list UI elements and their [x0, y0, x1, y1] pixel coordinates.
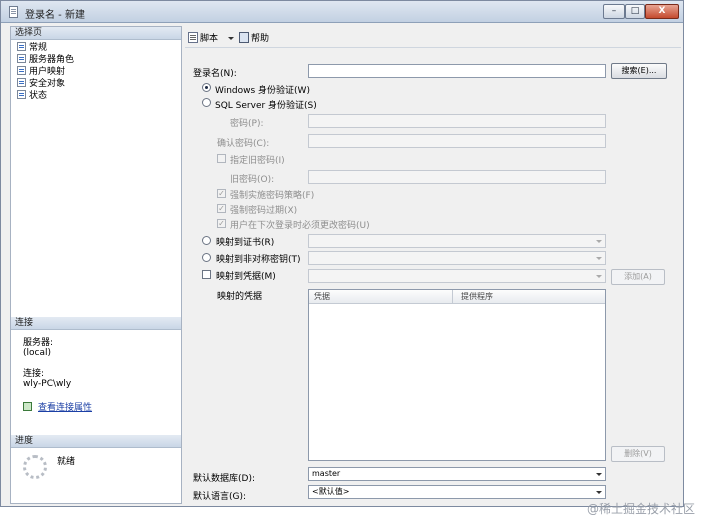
server-label: 服务器:: [23, 338, 54, 348]
page-item-securables[interactable]: 安全对象: [17, 78, 65, 90]
sql-auth-label: SQL Server 身份验证(S): [215, 101, 317, 111]
connection-label: 连接:: [23, 369, 45, 379]
map-credential-label: 映射到凭据(M): [216, 272, 276, 282]
enforce-expiration-checkbox[interactable]: ✓: [217, 204, 226, 213]
minimize-button[interactable]: –: [603, 4, 625, 19]
asymmetric-key-select[interactable]: [308, 251, 606, 265]
chevron-down-icon: [596, 491, 602, 494]
script-dropdown-arrow-icon[interactable]: [228, 37, 234, 40]
password-label: 密码(P):: [230, 119, 264, 129]
map-certificate-label: 映射到证书(R): [216, 238, 275, 248]
page-item-user-mapping[interactable]: 用户映射: [17, 66, 65, 78]
default-language-label: 默认语言(G):: [193, 492, 247, 502]
page-item-label: 状态: [29, 91, 48, 101]
view-connection-properties-label: 查看连接属性: [38, 403, 93, 413]
chevron-down-icon: [596, 473, 602, 476]
grid-header: 凭据 提供程序: [309, 290, 605, 304]
progress-spinner-icon: [23, 455, 47, 479]
login-name-label: 登录名(N):: [193, 69, 237, 79]
default-language-value: <默认值>: [312, 487, 350, 496]
page-icon: [17, 78, 26, 87]
close-button[interactable]: X: [645, 4, 679, 19]
map-credential-checkbox[interactable]: [202, 270, 211, 279]
help-button[interactable]: 帮助: [239, 31, 269, 44]
script-button[interactable]: 脚本: [188, 31, 218, 44]
watermark: @稀土掘金技术社区: [586, 502, 695, 516]
connection-header: 连接: [11, 317, 181, 330]
script-label: 脚本: [200, 34, 219, 44]
sql-auth-radio[interactable]: [202, 98, 211, 107]
old-password-label: 旧密码(O):: [230, 175, 275, 185]
window-title: 登录名 - 新建: [25, 10, 85, 21]
chevron-down-icon: [596, 240, 602, 243]
map-asymmetric-key-radio[interactable]: [202, 253, 211, 262]
title-bar: 登录名 - 新建 – □ X: [1, 1, 683, 23]
old-password-input[interactable]: [308, 170, 606, 184]
page-icon: [17, 54, 26, 63]
enforce-expiration-label: 强制密码过期(X): [230, 206, 298, 216]
view-connection-properties-link[interactable]: 查看连接属性: [23, 400, 92, 413]
credential-select[interactable]: [308, 269, 606, 283]
certificate-select[interactable]: [308, 234, 606, 248]
windows-auth-radio[interactable]: [202, 83, 211, 92]
progress-status: 就绪: [57, 457, 76, 467]
page-item-label: 用户映射: [29, 67, 66, 77]
grid-column-credential[interactable]: 凭据: [314, 291, 330, 302]
default-language-select[interactable]: <默认值>: [308, 485, 606, 499]
page-item-label: 常规: [29, 43, 48, 53]
left-pane: 选择页 常规 服务器角色 用户映射 安全对象 状态 连接 服务器: (local…: [10, 26, 182, 504]
remove-credential-button[interactable]: 删除(V): [611, 446, 665, 462]
script-icon: [188, 32, 198, 43]
default-database-label: 默认数据库(D):: [193, 474, 255, 484]
help-icon: [239, 32, 249, 43]
enforce-policy-checkbox[interactable]: ✓: [217, 189, 226, 198]
login-name-input[interactable]: [308, 64, 606, 78]
server-value: (local): [23, 348, 51, 358]
page-item-general[interactable]: 常规: [17, 42, 47, 54]
enforce-policy-label: 强制实施密码策略(F): [230, 191, 315, 201]
page-icon: [17, 90, 26, 99]
map-certificate-radio[interactable]: [202, 236, 211, 245]
progress-header: 进度: [11, 435, 181, 448]
toolbar: 脚本 帮助: [185, 27, 681, 48]
windows-auth-label: Windows 身份验证(W): [215, 86, 310, 96]
mapped-credentials-grid[interactable]: 凭据 提供程序: [308, 289, 606, 461]
connection-value: wly-PC\wly: [23, 379, 72, 389]
chevron-down-icon: [596, 257, 602, 260]
page-icon: [17, 42, 26, 51]
help-label: 帮助: [251, 34, 270, 44]
page-icon: [17, 66, 26, 75]
specify-old-password-label: 指定旧密码(I): [230, 156, 285, 166]
page-item-status[interactable]: 状态: [17, 90, 47, 102]
window-document-icon: [9, 6, 18, 18]
map-asymmetric-key-label: 映射到非对称密钥(T): [216, 255, 301, 265]
must-change-checkbox[interactable]: ✓: [217, 219, 226, 228]
confirm-password-label: 确认密码(C):: [217, 139, 270, 149]
mapped-credentials-label: 映射的凭据: [217, 292, 263, 302]
select-page-header: 选择页: [11, 27, 181, 40]
specify-old-password-checkbox[interactable]: [217, 154, 226, 163]
maximize-button[interactable]: □: [625, 4, 645, 19]
page-item-label: 安全对象: [29, 79, 66, 89]
password-input[interactable]: [308, 114, 606, 128]
default-database-select[interactable]: master: [308, 467, 606, 481]
grid-column-provider[interactable]: 提供程序: [461, 291, 493, 302]
properties-icon: [23, 402, 32, 411]
page-item-server-roles[interactable]: 服务器角色: [17, 54, 74, 66]
grid-column-divider: [452, 290, 453, 304]
confirm-password-input[interactable]: [308, 134, 606, 148]
login-new-window: 登录名 - 新建 – □ X 选择页 常规 服务器角色 用户映射 安全对象 状态…: [0, 0, 684, 507]
must-change-label: 用户在下次登录时必须更改密码(U): [230, 221, 370, 231]
search-button[interactable]: 搜索(E)...: [611, 63, 667, 79]
chevron-down-icon: [596, 275, 602, 278]
default-database-value: master: [312, 469, 341, 478]
add-credential-button[interactable]: 添加(A): [611, 269, 665, 285]
page-item-label: 服务器角色: [29, 55, 75, 65]
